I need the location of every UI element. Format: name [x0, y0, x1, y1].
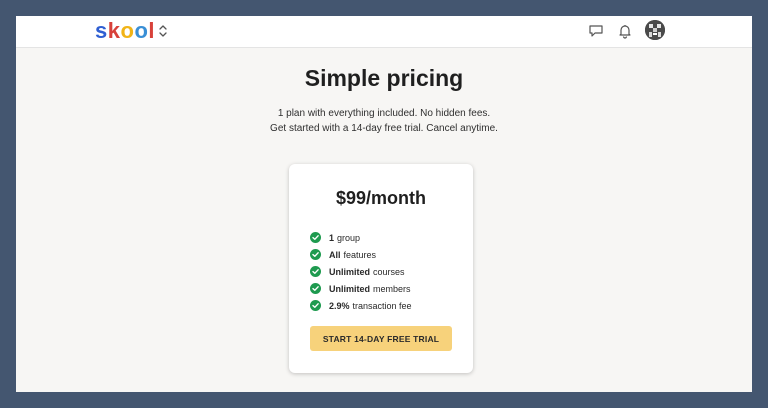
check-circle-icon [310, 300, 321, 311]
feature-item: All features [310, 246, 412, 263]
feature-item: 2.9% transaction fee [310, 297, 412, 314]
page-title: Simple pricing [304, 65, 464, 91]
feature-item: Unlimited members [310, 280, 412, 297]
logo-letter-o2: o [134, 18, 149, 43]
user-avatar[interactable] [645, 20, 665, 40]
chat-icon[interactable] [587, 22, 605, 40]
bell-icon[interactable] [616, 22, 634, 40]
subtitle-line-2: Get started with a 14-day free trial. Ca… [270, 123, 498, 134]
plan-price: $99/month [335, 188, 427, 208]
feature-text: members [373, 283, 411, 294]
check-circle-icon [310, 232, 321, 243]
skool-logo[interactable]: skool [95, 18, 155, 44]
app-window: skool Simple pricing 1 plan with everyth… [16, 16, 752, 392]
check-circle-icon [310, 249, 321, 260]
pricing-card: $99/month 1 group All features Unlimited… [289, 164, 473, 373]
feature-bold: 2.9% [329, 300, 350, 311]
feature-bold: Unlimited [329, 283, 371, 294]
logo-letter-o1: o [120, 18, 135, 43]
logo-letter-k: k [107, 18, 121, 43]
feature-list: 1 group All features Unlimited courses U… [310, 229, 412, 314]
feature-item: 1 group [310, 229, 412, 246]
start-free-trial-button[interactable]: START 14-DAY FREE TRIAL [310, 326, 452, 351]
feature-bold: All [329, 249, 341, 260]
check-circle-icon [310, 283, 321, 294]
feature-text: features [343, 249, 377, 260]
logo-letter-s: s [95, 18, 108, 43]
top-navigation-bar: skool [16, 16, 752, 48]
feature-text: courses [373, 266, 405, 277]
group-switcher-icon[interactable] [157, 23, 169, 39]
feature-bold: Unlimited [329, 266, 371, 277]
feature-text: transaction fee [352, 300, 412, 311]
feature-text: group [337, 232, 361, 243]
check-circle-icon [310, 266, 321, 277]
feature-item: Unlimited courses [310, 263, 412, 280]
feature-bold: 1 [329, 232, 335, 243]
subtitle-line-1: 1 plan with everything included. No hidd… [277, 108, 491, 119]
logo-letter-l: l [148, 18, 156, 43]
